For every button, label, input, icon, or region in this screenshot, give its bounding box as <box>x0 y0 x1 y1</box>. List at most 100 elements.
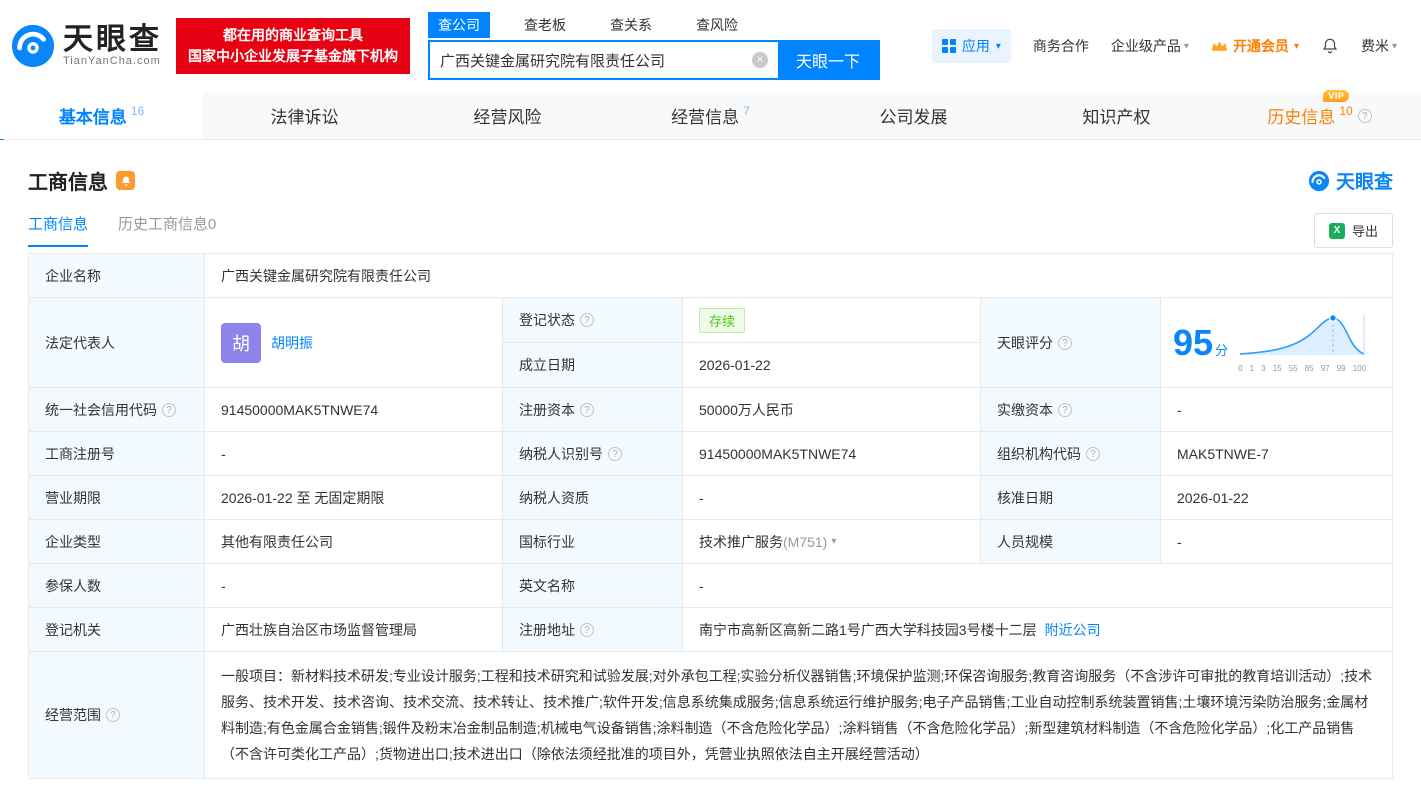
search-input[interactable] <box>430 42 752 78</box>
value-taxpayer-id: 91450000MAK5TNWE74 <box>683 432 981 476</box>
help-icon[interactable]: ? <box>580 313 594 327</box>
table-row: 参保人数 - 英文名称 - <box>29 564 1393 608</box>
tab-label: 知识产权 <box>1082 108 1151 127</box>
value-industry[interactable]: 技术推广服务 (M751) ▾ <box>683 520 981 564</box>
watermark-text: 天眼查 <box>1335 172 1393 193</box>
label-insured-count: 参保人数 <box>29 564 205 608</box>
clear-icon[interactable]: × <box>752 52 768 68</box>
menu-open-vip[interactable]: 开通会员 ▾ <box>1211 36 1299 56</box>
subtab-bar: 工商信息 历史工商信息0 X 导出 <box>0 199 1421 248</box>
tab-label: 历史信息 <box>1267 108 1336 127</box>
export-label: 导出 <box>1351 224 1378 239</box>
tab-history-info[interactable]: VIP 历史信息 10 ? <box>1218 90 1421 139</box>
label-staff-size: 人员规模 <box>981 520 1161 564</box>
nearby-companies-link[interactable]: 附近公司 <box>1045 620 1101 640</box>
apps-menu[interactable]: 应用 ▾ <box>931 29 1011 63</box>
help-icon[interactable]: ? <box>1058 335 1072 350</box>
address-text: 南宁市高新区高新二路1号广西大学科技园3号楼十二层 <box>699 621 1037 638</box>
value-organization-code: MAK5TNWE-7 <box>1161 432 1393 476</box>
label-tianyan-score: 天眼评分 ? <box>981 298 1161 388</box>
table-row: 法定代表人 胡 胡明振 登记状态 ? 存续 成立日期 2026-01-22 天眼… <box>29 298 1393 388</box>
search-tab-relation[interactable]: 查关系 <box>600 12 662 38</box>
help-icon[interactable]: ? <box>1058 402 1072 417</box>
open-vip-label: 开通会员 <box>1232 38 1289 54</box>
chevron-down-icon: ▾ <box>1293 40 1299 52</box>
value-insured-count: - <box>205 564 503 608</box>
status-badge: 存续 <box>699 307 746 333</box>
tab-operation-risk[interactable]: 经营风险 <box>406 92 609 139</box>
score-axis-labels: 0 1 3 15 55 85 97 99 100 <box>1238 363 1367 373</box>
subscribe-bell-icon[interactable] <box>116 171 135 190</box>
legal-rep-avatar[interactable]: 胡 <box>221 322 261 363</box>
label-establish-date: 成立日期 <box>503 343 683 388</box>
tab-operation-info[interactable]: 经营信息 7 <box>609 92 812 139</box>
user-menu[interactable]: 费米 ▾ <box>1361 36 1397 56</box>
value-approval-date: 2026-01-22 <box>1161 476 1393 520</box>
tianyancha-logo-icon <box>11 24 55 68</box>
label-english-name: 英文名称 <box>503 564 683 608</box>
label-business-term: 营业期限 <box>29 476 205 520</box>
tianyancha-watermark-icon <box>1308 170 1330 191</box>
tab-label: 公司发展 <box>879 108 948 127</box>
value-registration-number: - <box>205 432 503 476</box>
label-taxpayer-id: 纳税人识别号? <box>503 432 683 476</box>
table-row: 工商注册号 - 纳税人识别号? 91450000MAK5TNWE74 组织机构代… <box>29 432 1393 476</box>
chevron-down-icon: ▾ <box>1183 40 1189 52</box>
help-icon[interactable]: ? <box>106 708 120 722</box>
value-paid-capital: - <box>1161 388 1393 432</box>
help-icon[interactable]: ? <box>1086 446 1100 461</box>
search-tab-boss[interactable]: 查老板 <box>514 12 576 38</box>
excel-icon: X <box>1328 222 1345 239</box>
help-icon[interactable]: ? <box>580 622 594 637</box>
label-legal-representative: 法定代表人 <box>29 298 205 388</box>
tab-label: 经营信息 <box>671 108 740 127</box>
enterprise-products-label: 企业级产品 <box>1110 38 1181 54</box>
help-icon[interactable]: ? <box>580 402 594 417</box>
notification-bell-icon[interactable] <box>1321 37 1339 55</box>
value-registration-authority: 广西壮族自治区市场监督管理局 <box>205 608 503 652</box>
search-tab-risk[interactable]: 查风险 <box>686 12 748 38</box>
apps-menu-label: 应用 <box>961 38 990 54</box>
user-name: 费米 <box>1360 38 1389 54</box>
help-icon[interactable]: ? <box>608 446 622 461</box>
tab-basic-info[interactable]: 基本信息 16 <box>0 92 203 139</box>
legal-rep-name-link[interactable]: 胡明振 <box>271 333 313 353</box>
tab-label: 基本信息 <box>58 108 127 127</box>
label-registration-authority: 登记机关 <box>29 608 205 652</box>
label-registered-capital: 注册资本? <box>503 388 683 432</box>
promo-badge: 都在用的商业查询工具 国家中小企业发展子基金旗下机构 <box>176 18 410 74</box>
help-icon[interactable]: ? <box>1357 108 1372 123</box>
score-number: 95 分 <box>1173 321 1229 363</box>
chevron-down-icon: ▾ <box>1391 40 1397 52</box>
tab-count: 10 <box>1339 103 1353 118</box>
export-button[interactable]: X 导出 <box>1313 213 1393 248</box>
label-paid-capital: 实缴资本? <box>981 388 1161 432</box>
tab-legal-proceedings[interactable]: 法律诉讼 <box>203 92 406 139</box>
value-registration-status: 存续 <box>683 298 981 343</box>
search-tab-company[interactable]: 查公司 <box>428 12 490 38</box>
tab-intellectual-property[interactable]: 知识产权 <box>1015 92 1218 139</box>
table-row: 统一社会信用代码? 91450000MAK5TNWE74 注册资本? 50000… <box>29 388 1393 432</box>
subtab-history-business-info[interactable]: 历史工商信息0 <box>118 213 216 245</box>
menu-enterprise-products[interactable]: 企业级产品 ▾ <box>1111 36 1189 56</box>
label-registration-status: 登记状态 ? <box>503 298 683 343</box>
vip-badge: VIP <box>1323 90 1350 102</box>
subtab-business-info[interactable]: 工商信息 <box>28 213 89 247</box>
value-tianyan-score: 95 分 0 1 3 15 55 85 97 99 100 <box>1161 298 1393 388</box>
menu-business-cooperation[interactable]: 商务合作 <box>1033 36 1089 56</box>
value-business-scope: 一般项目：新材料技术研发;专业设计服务;工程和技术研究和试验发展;对外承包工程;… <box>205 652 1393 779</box>
chevron-down-icon: ▾ <box>995 40 1001 52</box>
table-row: 经营范围? 一般项目：新材料技术研发;专业设计服务;工程和技术研究和试验发展;对… <box>29 652 1393 779</box>
search-tabs: 查公司 查老板 查关系 查风险 <box>428 12 880 38</box>
value-company-name: 广西关键金属研究院有限责任公司 <box>205 254 1393 298</box>
section-title: 工商信息 <box>28 172 108 194</box>
tianyancha-logo[interactable]: 天眼查 TianYanCha.com <box>10 23 162 69</box>
value-taxpayer-quality: - <box>683 476 981 520</box>
value-registered-address: 南宁市高新区高新二路1号广西大学科技园3号楼十二层 附近公司 <box>683 608 1393 652</box>
company-section-tabs: 基本信息 16 法律诉讼 经营风险 经营信息 7 公司发展 知识产权 VIP 历史信… <box>0 90 1421 140</box>
help-icon[interactable]: ? <box>162 402 176 417</box>
search-button[interactable]: 天眼一下 <box>778 42 878 78</box>
search-box: × 天眼一下 <box>428 40 880 80</box>
tab-count: 16 <box>130 103 145 118</box>
tab-company-development[interactable]: 公司发展 <box>812 92 1015 139</box>
